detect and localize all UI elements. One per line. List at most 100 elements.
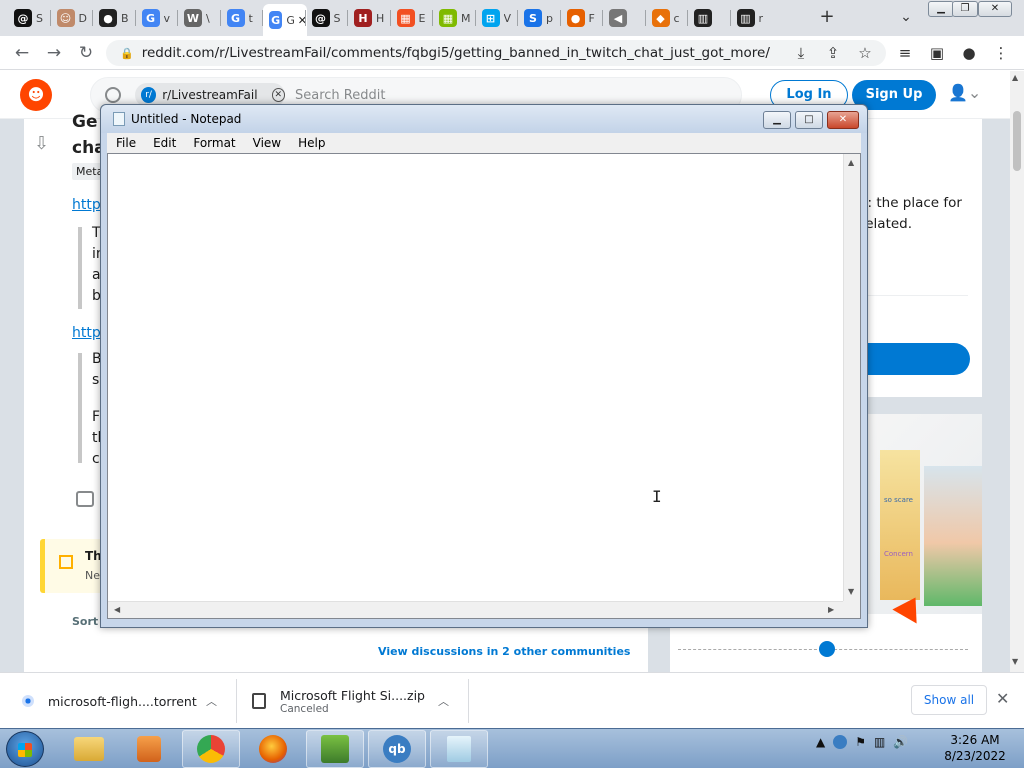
browser-tab[interactable]: Sp xyxy=(518,4,558,32)
close-window-button[interactable]: ✕ xyxy=(978,1,1012,17)
chevron-up-icon[interactable]: ︿ xyxy=(206,693,217,709)
scroll-down-arrow-icon[interactable]: ▼ xyxy=(1012,657,1018,666)
browser-tab[interactable]: HH xyxy=(348,4,388,32)
minimize-window-button[interactable]: ▁ xyxy=(928,1,954,17)
forward-arrow-icon[interactable]: → xyxy=(42,41,66,65)
browser-tab[interactable]: G G ✕ xyxy=(263,4,307,36)
scroll-left-arrow-icon[interactable]: ◀ xyxy=(114,605,120,614)
reddit-logo-icon[interactable]: ☻ xyxy=(20,79,52,111)
bookmark-star-icon[interactable]: ☆ xyxy=(854,42,876,64)
scroll-up-arrow-icon[interactable]: ▲ xyxy=(848,158,854,167)
chevron-up-icon[interactable]: ︿ xyxy=(438,693,449,709)
tab-title: t xyxy=(248,11,253,25)
menu-item-view[interactable]: View xyxy=(244,136,289,150)
ad-image-panel: so scare Concern xyxy=(880,450,920,600)
taskbar-clock[interactable]: 3:26 AM 8/23/2022 xyxy=(940,732,1010,764)
browser-tab[interactable]: @ S xyxy=(8,4,48,32)
show-hidden-icons-icon[interactable]: ▲ xyxy=(816,735,825,749)
kebab-menu-icon[interactable]: ⋮ xyxy=(990,42,1012,64)
action-center-icon[interactable]: ⚑ xyxy=(855,735,866,749)
browser-tab[interactable]: ▥ r xyxy=(731,4,771,32)
scrollbar-corner xyxy=(843,601,860,618)
browser-tab[interactable]: Gv xyxy=(136,4,176,32)
browser-tab[interactable]: Gt xyxy=(221,4,261,32)
face-icon: ☺ xyxy=(56,9,75,27)
tray-app-icon[interactable] xyxy=(833,735,848,749)
chrome-taskbar-icon[interactable] xyxy=(182,730,240,768)
remove-chip-icon[interactable]: ✕ xyxy=(271,88,285,102)
notepad-vertical-scrollbar[interactable]: ▲ ▼ xyxy=(843,154,860,601)
browser-tab[interactable]: ☺ D xyxy=(51,4,91,32)
browser-tab[interactable]: ▥ xyxy=(688,4,728,32)
comment-bubble-icon[interactable] xyxy=(76,491,94,507)
view-discussions-link[interactable]: View discussions in 2 other communities xyxy=(378,645,630,658)
downvote-arrow-icon[interactable]: ⇩ xyxy=(34,133,49,154)
explorer-taskbar-icon[interactable] xyxy=(60,730,118,768)
download-name: microsoft-fligh....torrent xyxy=(48,693,197,709)
volume-icon[interactable]: 🔊 xyxy=(893,735,908,749)
browser-tab[interactable]: ● F xyxy=(561,4,601,32)
menu-item-edit[interactable]: Edit xyxy=(144,136,184,150)
post-link-2[interactable]: http xyxy=(72,325,101,341)
share-icon[interactable]: ⇪ xyxy=(822,42,844,64)
menu-item-help[interactable]: Help xyxy=(289,136,333,150)
notepad-taskbar-icon[interactable] xyxy=(430,730,488,768)
scroll-down-arrow-icon[interactable]: ▼ xyxy=(848,587,854,596)
network-icon[interactable]: ▥ xyxy=(874,735,885,749)
google-icon: G xyxy=(269,11,283,29)
close-download-shelf-icon[interactable]: ✕ xyxy=(996,689,1009,708)
reading-list-icon[interactable]: ≡ xyxy=(894,42,916,64)
browser-tab[interactable]: ◀ xyxy=(603,4,643,32)
maximize-window-button[interactable]: ❐ xyxy=(952,1,978,17)
scroll-up-arrow-icon[interactable]: ▲ xyxy=(1012,73,1018,82)
audio-icon: ◀ xyxy=(609,9,627,27)
side-panel-icon[interactable]: ▣ xyxy=(926,42,948,64)
address-bar[interactable]: 🔒 reddit.com/r/LivestreamFail/comments/f… xyxy=(106,40,886,66)
tab-search-chevron-icon[interactable]: ⌄ xyxy=(896,6,916,28)
browser-tab[interactable]: @ S xyxy=(306,4,346,32)
notepad-minimize-button[interactable]: ▁ xyxy=(763,111,791,129)
start-button[interactable] xyxy=(6,731,44,767)
user-menu-icon[interactable]: 👤⌄ xyxy=(948,83,981,102)
clock-time: 3:26 AM xyxy=(950,733,1000,747)
scrollbar-thumb[interactable] xyxy=(1013,111,1021,171)
notepad-text-area[interactable]: ▲ ▼ ◀ ▶ xyxy=(107,153,861,619)
download-item[interactable]: microsoft-fligh....torrent ︿ xyxy=(22,673,232,729)
browser-tab[interactable]: ▦ E xyxy=(391,4,431,32)
checklist-taskbar-icon[interactable] xyxy=(306,730,364,768)
browser-tab[interactable]: W \ xyxy=(178,4,218,32)
notepad-maximize-button[interactable]: □ xyxy=(795,111,823,129)
install-app-icon[interactable]: ⤓ xyxy=(790,42,812,64)
firefox-taskbar-icon[interactable] xyxy=(244,730,302,768)
menu-item-file[interactable]: File xyxy=(107,136,144,150)
show-all-downloads-button[interactable]: Show all xyxy=(911,685,987,715)
page-scrollbar[interactable]: ▲ ▼ xyxy=(1010,71,1024,672)
post-link-1[interactable]: http xyxy=(72,197,101,213)
back-arrow-icon[interactable]: ← xyxy=(10,41,34,65)
clock-date: 8/23/2022 xyxy=(944,749,1006,763)
browser-tab[interactable]: ● B xyxy=(93,4,133,32)
browser-tab[interactable]: ⊞ V xyxy=(476,4,516,32)
notepad-close-button[interactable]: ✕ xyxy=(827,111,859,129)
carousel-dot[interactable] xyxy=(819,641,835,657)
reload-icon[interactable]: ↻ xyxy=(74,41,98,65)
notepad-title-bar[interactable]: Untitled - Notepad ▁ □ ✕ xyxy=(101,105,867,133)
join-button[interactable] xyxy=(860,343,970,375)
new-tab-button[interactable]: + xyxy=(816,6,838,28)
notepad-horizontal-scrollbar[interactable]: ◀ ▶ xyxy=(108,601,843,618)
profile-avatar-icon[interactable]: ● xyxy=(958,42,980,64)
ad-photo[interactable] xyxy=(924,466,982,606)
media-player-taskbar-icon[interactable] xyxy=(120,730,178,768)
microsoft-icon: ▦ xyxy=(439,9,457,27)
qbittorrent-taskbar-icon[interactable]: qb xyxy=(368,730,426,768)
community-description: il: the place for related. xyxy=(860,193,962,235)
download-item[interactable]: Microsoft Flight Si....zip Canceled ︿ xyxy=(252,673,466,729)
tab-title: v xyxy=(163,11,171,25)
quote-text: c xyxy=(92,451,100,467)
browser-tab[interactable]: ◆ c xyxy=(646,4,686,32)
torrent-file-icon xyxy=(22,695,34,707)
scroll-right-arrow-icon[interactable]: ▶ xyxy=(828,605,834,614)
browser-tab[interactable]: ▦ M xyxy=(433,4,473,32)
menu-item-format[interactable]: Format xyxy=(184,136,243,150)
threads-icon: @ xyxy=(311,9,330,27)
